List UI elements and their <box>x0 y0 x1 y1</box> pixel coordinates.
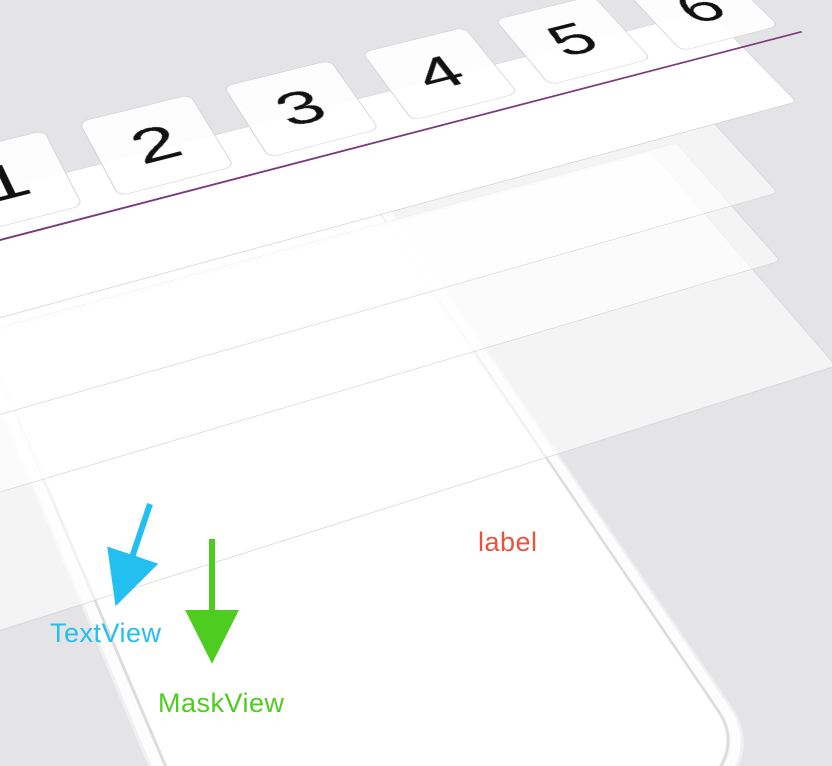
annotation-label: label <box>478 527 538 558</box>
arrow-maskview-icon <box>188 535 238 665</box>
diagram-canvas: ViewController 123456 1 2 3 4 5 6 <box>0 0 832 766</box>
scene-3d: ViewController 123456 1 2 3 4 5 6 <box>0 0 832 766</box>
arrow-textview-icon <box>105 500 165 610</box>
annotation-textview: TextView <box>50 618 162 649</box>
annotation-maskview: MaskView <box>158 688 285 719</box>
